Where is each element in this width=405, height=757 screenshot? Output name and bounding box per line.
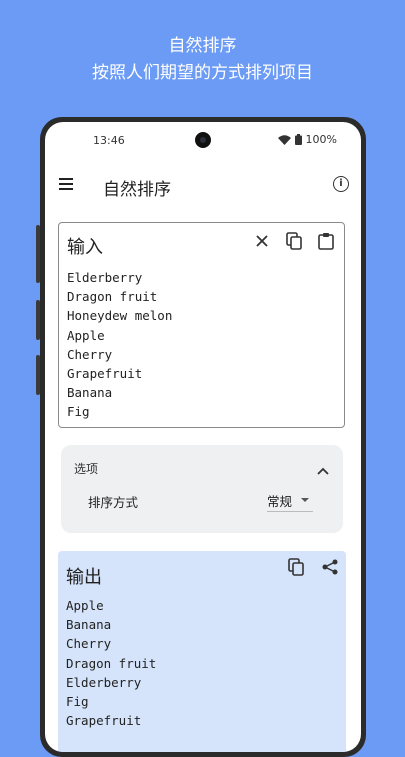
- input-item: Grapefruit: [67, 366, 143, 382]
- input-item: Elderberry: [67, 270, 143, 285]
- output-item: Dragon fruit: [66, 655, 157, 671]
- share-icon[interactable]: [320, 557, 340, 577]
- input-item: Apple: [67, 327, 105, 343]
- menu-icon[interactable]: [59, 178, 73, 190]
- output-item: Banana: [66, 617, 112, 633]
- input-item: Dragon fruit: [67, 289, 158, 305]
- info-icon[interactable]: i: [333, 176, 349, 192]
- input-list: Elderberry Dragon fruit Honeydew melon A…: [67, 268, 172, 422]
- input-title: 输入: [67, 237, 103, 258]
- phone-screen: 13:46 100% 自然排序 i 输入 Elderberry Dragon f…: [45, 122, 361, 752]
- output-item: Elderberry: [66, 674, 142, 690]
- status-icons: 100%: [277, 133, 337, 146]
- clear-icon[interactable]: [252, 231, 272, 251]
- chevron-up-icon[interactable]: [317, 460, 329, 479]
- output-item: Apple: [66, 598, 104, 613]
- input-item: Cherry: [67, 346, 113, 362]
- copy-icon[interactable]: [284, 231, 304, 251]
- status-bar: 13:46 100%: [45, 122, 361, 160]
- battery-icon: [294, 134, 302, 145]
- output-item: Fig: [66, 694, 89, 710]
- output-item: Cherry: [66, 636, 112, 652]
- copy-icon[interactable]: [286, 557, 306, 577]
- dropdown-arrow-icon: [301, 498, 309, 502]
- sort-method-label: 排序方式: [88, 495, 139, 510]
- promo-title: 自然排序: [168, 36, 237, 56]
- paste-icon[interactable]: [316, 231, 336, 251]
- input-actions: [252, 231, 336, 251]
- app-title: 自然排序: [103, 180, 171, 200]
- input-item: Fig: [67, 404, 90, 420]
- output-list: Apple Banana Cherry Dragon fruit Elderbe…: [66, 596, 156, 730]
- output-card: 输出 Apple Banana Cherry Dragon fruit Elde…: [58, 551, 346, 752]
- input-item: Honeydew melon: [67, 308, 173, 324]
- options-label: 选项: [74, 462, 99, 476]
- output-item: Grapefruit: [66, 713, 142, 729]
- options-panel: 选项 排序方式 常规: [61, 445, 343, 533]
- promo-subtitle: 按照人们期望的方式排列项目: [92, 63, 313, 83]
- wifi-icon: [277, 134, 291, 145]
- camera-cutout: [195, 132, 211, 148]
- input-card[interactable]: 输入 Elderberry Dragon fruit Honeydew melo…: [58, 222, 345, 428]
- sort-method-dropdown[interactable]: 常规: [267, 489, 313, 512]
- app-bar: 自然排序 i: [45, 160, 361, 212]
- output-actions: [286, 557, 340, 577]
- status-time: 13:46: [93, 134, 125, 147]
- output-title: 输出: [66, 567, 102, 588]
- sort-method-value: 常规: [267, 494, 293, 509]
- battery-percent: 100%: [305, 133, 337, 146]
- phone-frame: 13:46 100% 自然排序 i 输入 Elderberry Dragon f…: [40, 117, 366, 757]
- input-item: Banana: [67, 385, 113, 401]
